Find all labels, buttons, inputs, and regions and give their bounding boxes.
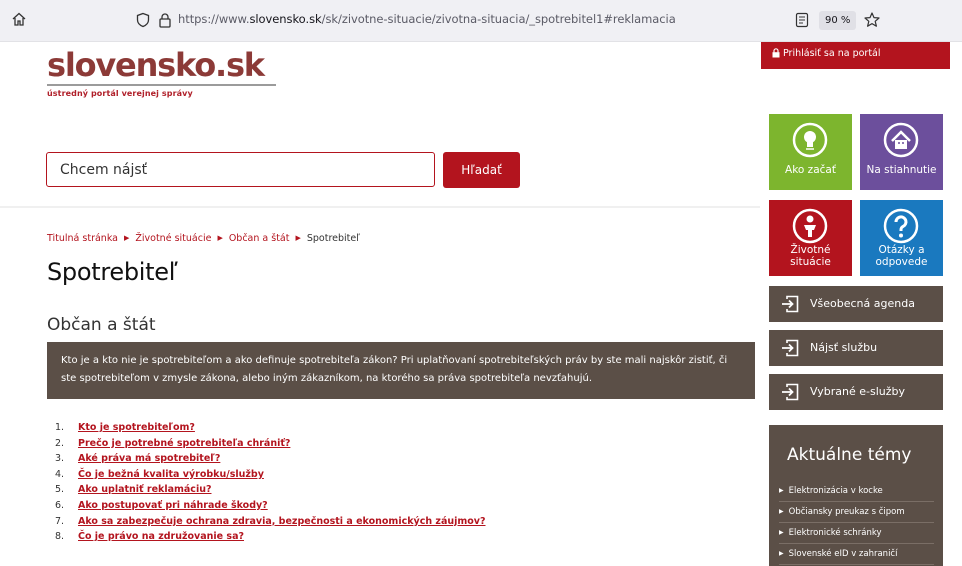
lock-icon[interactable] [158,12,172,28]
toc-item: 7. Ako sa zabezpečuje ochrana zdravia, be… [55,514,486,530]
enter-arrow-icon [782,295,799,313]
url-domain: slovensko.sk [249,12,322,26]
button-label: Všeobecná agenda [810,297,915,310]
toc-link[interactable]: Ako uplatniť reklamáciu? [78,484,211,495]
tile-label-line: Otázky a [878,244,925,256]
tile-label-line: odpovede [875,256,928,268]
shield-icon[interactable] [135,12,151,28]
question-mark-icon [883,208,919,244]
intro-text: Kto je a kto nie je spotrebiteľom a ako … [61,355,728,384]
toc-number: 4. [55,468,65,480]
general-agenda-button[interactable]: Všeobecná agenda [769,286,943,322]
search-button[interactable]: Hľadať [443,152,520,188]
toc-link[interactable]: Ako sa zabezpečuje ochrana zdravia, bezp… [78,516,486,527]
login-label: Prihlásiť sa na portál [783,48,881,59]
breadcrumb-life-situations[interactable]: Životné situácie [135,233,211,244]
bookmark-star-icon[interactable] [863,11,881,29]
toc-number: 3. [55,453,65,465]
tile-life-situations[interactable]: Životné situácie [769,200,852,276]
logo-subtitle: ústredný portál verejnej správy [47,89,193,98]
breadcrumb-current: Spotrebiteľ [306,233,360,244]
logo-underline [47,84,276,86]
toc-link[interactable]: Čo je právo na združovanie sa? [78,531,244,542]
find-service-button[interactable]: Nájsť službu [769,330,943,366]
topics-list: ▶ Elektronizácia v kocke ▶ Občiansky preuk… [779,481,934,565]
toc-link[interactable]: Čo je bežná kvalita výrobku/služby [78,469,264,480]
intro-box: Kto je a kto nie je spotrebiteľom a ako … [47,342,755,399]
url-prefix: https://www. [178,12,250,26]
login-button[interactable]: Prihlásiť sa na portál [761,42,950,69]
topic-item[interactable]: ▶ Elektronizácia v kocke [779,481,934,502]
tile-label: Ako začať [785,164,836,176]
triangle-icon: ▶ [779,529,784,536]
breadcrumb-home[interactable]: Titulná stránka [47,233,118,244]
reader-view-icon[interactable] [795,12,809,28]
topic-label: Občiansky preukaz s čipom [788,507,905,517]
logo-name: slovensko.sk [47,46,265,84]
tile-label-line: Životné [790,244,831,256]
triangle-icon: ▶ [779,550,784,557]
toc-link[interactable]: Aké práva má spotrebiteľ? [78,453,220,464]
topic-item[interactable]: ▶ Občiansky preukaz s čipom [779,502,934,523]
topics-title: Aktuálne témy [787,445,912,465]
topic-item[interactable]: ▶ Elektronické schránky [779,523,934,544]
tile-how-to-start[interactable]: Ako začať [769,114,852,190]
toc-link[interactable]: Ako postupovať pri náhrade škody? [78,500,268,511]
breadcrumb-separator-icon: ▶ [295,234,301,242]
breadcrumb: Titulná stránka ▶ Životné situácie ▶ Občan a… [47,233,360,244]
tile-label: Životné situácie [769,244,852,268]
toc-item: 1. Kto je spotrebiteľom? [55,420,486,436]
toc-number: 5. [55,484,65,496]
toc-number: 8. [55,531,65,543]
enter-arrow-icon [782,339,799,357]
enter-arrow-icon [782,383,799,401]
home-icon[interactable] [10,10,28,28]
tile-faq[interactable]: Otázky a odpovede [860,200,943,276]
lightbulb-icon [792,122,828,158]
current-topics-panel: Aktuálne témy ▶ Elektronizácia v kocke ▶ O… [769,425,943,566]
toc-link[interactable]: Kto je spotrebiteľom? [78,422,195,433]
selected-eservices-button[interactable]: Vybrané e-služby [769,374,943,410]
triangle-icon: ▶ [779,508,784,515]
toc-item: 5. Ako uplatniť reklamáciu? [55,482,486,498]
button-label: Vybrané e-služby [810,385,905,398]
topic-label: Elektronizácia v kocke [788,486,883,496]
browser-toolbar: https://www.slovensko.sk/sk/zivotne-situ… [0,0,962,42]
topic-label: Elektronické schránky [788,528,882,538]
button-label: Nájsť službu [810,341,878,354]
page-title: Spotrebiteľ [47,258,178,286]
breadcrumb-separator-icon: ▶ [123,234,130,242]
tile-label: Otázky a odpovede [860,244,943,268]
toc-item: 4. Čo je bežná kvalita výrobku/služby [55,467,486,483]
topic-label: Slovenské eID v zahraničí [788,549,898,559]
table-of-contents: 1. Kto je spotrebiteľom? 2. Prečo je potre… [55,420,486,545]
toc-number: 2. [55,437,65,449]
toc-item: 8. Čo je právo na združovanie sa? [55,529,486,545]
tile-downloads[interactable]: Na stiahnutie [860,114,943,190]
site-logo[interactable]: slovensko.sk ústredný portál verejnej sp… [47,48,276,98]
zoom-level[interactable]: 90 % [819,11,857,30]
toc-number: 6. [55,499,65,511]
section-title: Občan a štát [47,315,156,335]
toc-number: 1. [55,422,65,433]
toc-link[interactable]: Prečo je potrebné spotrebiteľa chrániť? [78,438,290,449]
person-icon [792,208,828,244]
toc-number: 7. [55,515,65,527]
house-icon [883,122,919,158]
tile-label-line: situácie [790,256,831,268]
tile-label: Na stiahnutie [866,164,937,176]
triangle-icon: ▶ [779,487,784,494]
url-path: /sk/zivotne-situacie/zivotna-situacia/_s… [321,12,676,26]
url-field[interactable]: https://www.slovensko.sk/sk/zivotne-situ… [178,12,676,26]
toc-item: 6. Ako postupovať pri náhrade škody? [55,498,486,514]
breadcrumb-separator-icon: ▶ [217,234,223,242]
toc-item: 3. Aké práva má spotrebiteľ? [55,451,486,467]
divider [0,206,760,208]
breadcrumb-citizen-state[interactable]: Občan a štát [229,233,290,244]
lock-icon [772,48,780,58]
topic-item[interactable]: ▶ Slovenské eID v zahraničí [779,544,934,565]
toc-item: 2. Prečo je potrebné spotrebiteľa chrániť… [55,436,486,452]
search-input[interactable] [46,152,435,187]
